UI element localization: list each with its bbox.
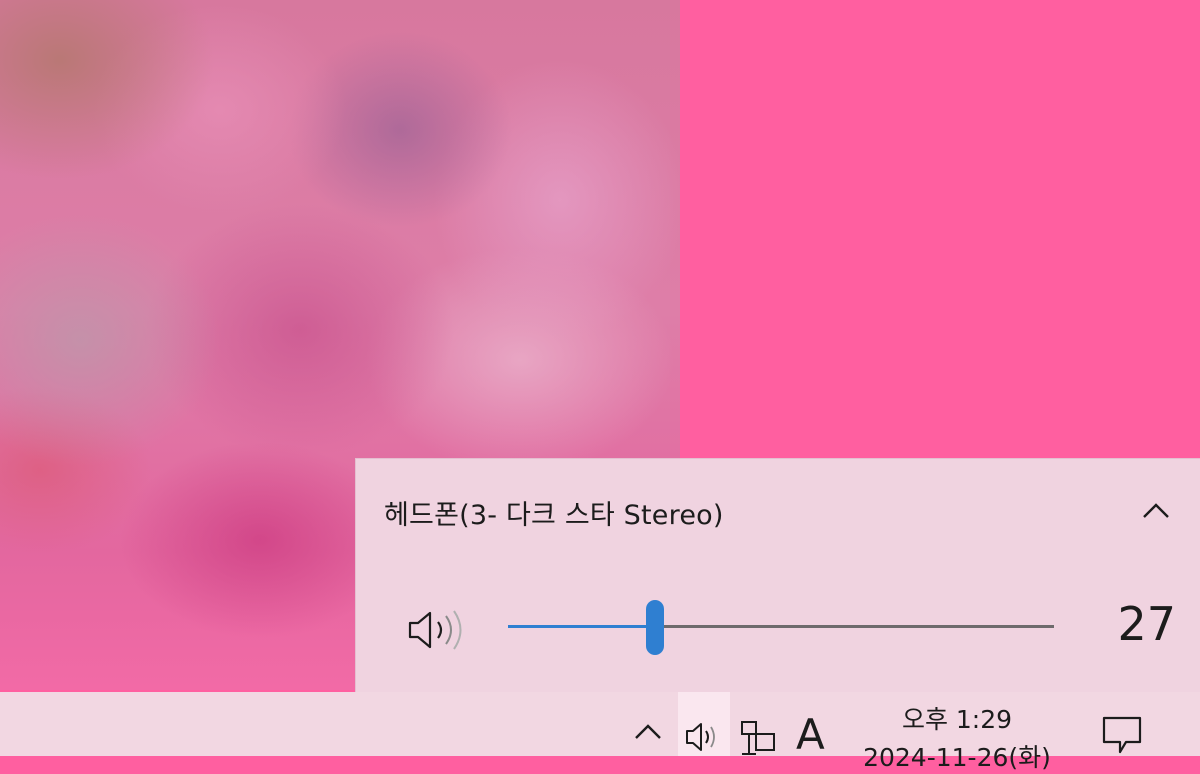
chevron-up-icon[interactable] xyxy=(1138,495,1174,525)
tray-speaker-button[interactable] xyxy=(678,692,730,756)
input-method-indicator[interactable]: A xyxy=(796,710,825,760)
speaker-icon xyxy=(686,723,715,751)
volume-flyout: 헤드폰(3- 다크 스타 Stereo) 27 xyxy=(355,458,1200,692)
network-icon[interactable] xyxy=(738,720,782,756)
volume-slider[interactable] xyxy=(508,600,1054,655)
chevron-up-icon[interactable] xyxy=(630,718,666,748)
notification-icon[interactable] xyxy=(1096,712,1148,756)
taskbar: A 오후 1:29 2024-11-26(화) xyxy=(0,692,1200,772)
volume-slider-fill xyxy=(508,625,656,628)
clock-date: 2024-11-26(화) xyxy=(863,743,1051,772)
speaker-icon[interactable] xyxy=(406,607,468,653)
clock-time: 오후 1:29 xyxy=(901,705,1013,734)
volume-value: 27 xyxy=(1117,597,1176,651)
taskbar-clock[interactable]: 오후 1:29 2024-11-26(화) xyxy=(842,692,1072,772)
audio-device-name[interactable]: 헤드폰(3- 다크 스타 Stereo) xyxy=(384,493,724,532)
volume-slider-thumb[interactable] xyxy=(646,600,665,655)
